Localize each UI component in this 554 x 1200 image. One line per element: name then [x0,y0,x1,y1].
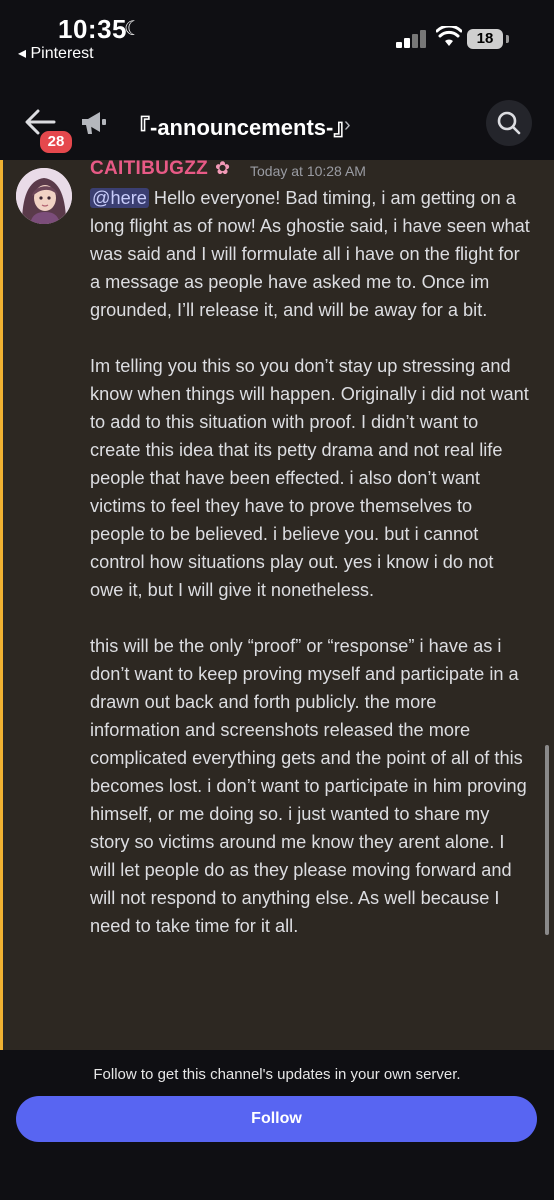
megaphone-icon [82,112,106,134]
message-content: @here Hello everyone! Bad timing, i am g… [90,184,530,968]
follow-button[interactable]: Follow [16,1096,537,1142]
message-paragraph: @here Hello everyone! Bad timing, i am g… [90,184,530,324]
signal-icon [396,30,428,48]
scrollbar[interactable] [545,745,549,935]
back-to-app-link[interactable]: ◂ Pinterest [18,43,94,63]
mention-here[interactable]: @here [90,188,149,208]
moon-icon: ☾ [124,18,142,40]
message-timestamp: Today at 10:28 AM [250,163,366,179]
battery-tip [506,35,509,43]
message-highlighted[interactable]: CAITIBUGZZ ✿ Today at 10:28 AM @here Hel… [0,160,554,1050]
channel-name[interactable]: 『-announcements-』 [128,110,355,142]
message-paragraph: this will be the only “proof” or “respon… [90,636,527,936]
search-button[interactable] [486,100,532,146]
battery-icon: 18 [467,29,503,49]
unread-badge: 28 [38,129,74,155]
chevron-right-icon[interactable]: › [344,114,351,137]
search-icon [497,111,521,135]
follow-prompt: Follow to get this channel's updates in … [93,1066,461,1083]
status-bar: 10:35 ☾ ◂ Pinterest 18 [0,0,554,70]
message-paragraph: Im telling you this so you don’t stay up… [90,356,529,600]
mention-accent-bar [0,160,3,1050]
flower-icon: ✿ [215,160,231,178]
avatar[interactable] [16,168,72,224]
paragraph-text: Hello everyone! Bad timing, i am getting… [90,188,530,320]
author-name[interactable]: CAITIBUGZZ [90,160,208,180]
wifi-icon [436,26,462,46]
channel-header: 28 『-announcements-』 › [0,88,554,162]
clock: 10:35 [58,14,127,44]
follow-footer: Follow to get this channel's updates in … [0,1050,554,1200]
